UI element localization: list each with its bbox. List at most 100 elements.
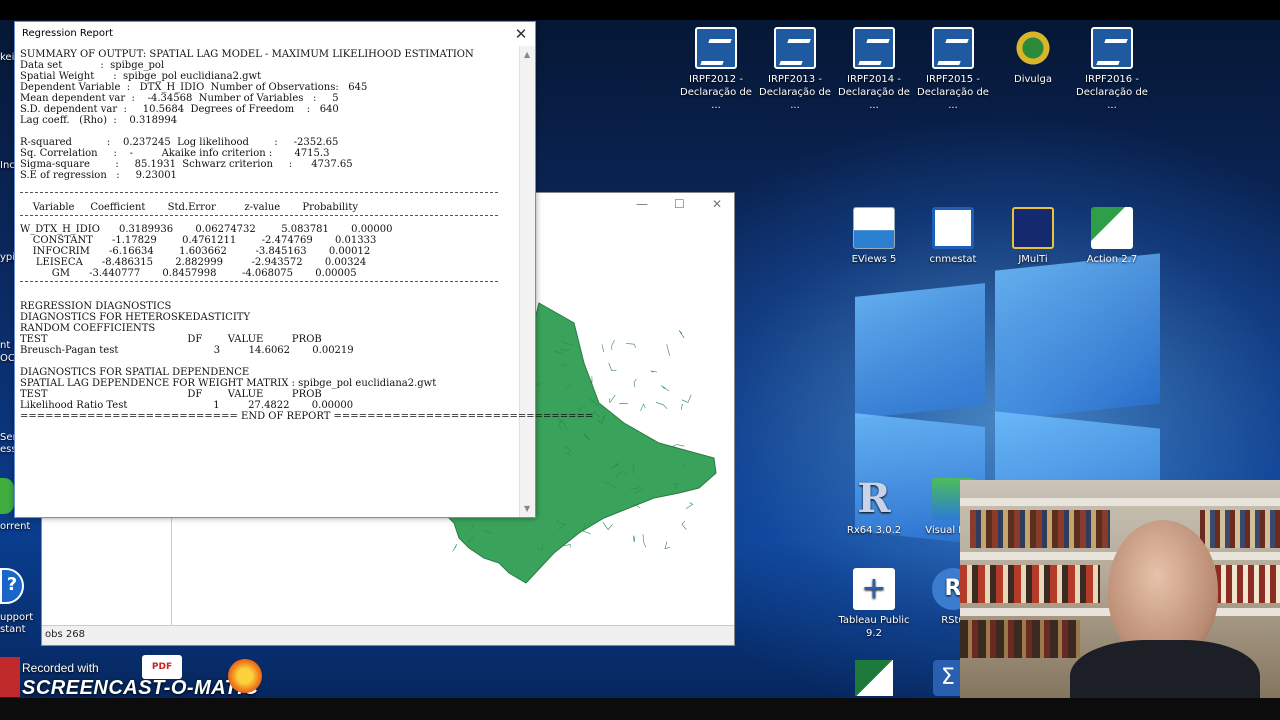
table-row: W_DTX_H_IDIO 0.3189936 0.06274732 5.0837…: [20, 224, 393, 235]
desktop-partial-label[interactable]: stant: [0, 624, 26, 635]
municipality-border: [452, 544, 458, 552]
table-row: LEISECA -8.486315 2.882999 -2.943572 0.0…: [20, 257, 367, 268]
desktop-icon-cnmestat[interactable]: cnmestat: [913, 207, 993, 266]
desktop-icon-label: Tableau Public 9.2: [838, 615, 910, 639]
divider: [20, 215, 498, 216]
desktop-icon-label: IRPF2016 - Declaração de ...: [1076, 74, 1148, 111]
municipality-border: [661, 385, 670, 392]
presenter-face: [1108, 520, 1218, 660]
desktop-icon-irpf2016[interactable]: IRPF2016 - Declaração de ...: [1072, 27, 1152, 112]
close-button[interactable]: ✕: [712, 197, 722, 211]
support-assistant-icon[interactable]: ?: [0, 568, 24, 604]
irpf-icon: [1091, 27, 1133, 69]
municipality-border: [563, 544, 571, 548]
municipality-border: [666, 344, 671, 357]
report-line: Lag coeff. (Rho) : 0.318994: [20, 115, 178, 126]
mcafee-icon: [0, 657, 20, 697]
divider: [20, 192, 498, 193]
report-text[interactable]: SUMMARY OF OUTPUT: SPATIAL LAG MODEL - M…: [20, 49, 593, 514]
desktop-icon-label: IRPF2015 - Declaração de ...: [917, 74, 989, 111]
diagnostics-line: RANDOM COEFFICIENTS: [20, 323, 156, 334]
brazil-seal-icon: [1012, 27, 1054, 69]
books: [960, 620, 1080, 658]
desktop-icon-label: JMulTi: [1018, 254, 1048, 265]
maximize-button[interactable]: ☐: [674, 197, 685, 211]
table-row: GM -3.440777 0.8457998 -4.068075 0.00005: [20, 268, 357, 279]
desktop-icon-jmulti[interactable]: JMulTi: [993, 207, 1073, 266]
municipality-border: [642, 534, 647, 548]
diagnostics-line: TEST DF VALUE PROB: [20, 389, 322, 400]
report-line: Spatial Weight : spibge_pol euclidiana2.…: [20, 71, 262, 82]
municipality-border: [608, 362, 617, 371]
desktop-icon-action[interactable]: Action 2.7: [1072, 207, 1152, 266]
diagnostics-line: TEST DF VALUE PROB: [20, 334, 322, 345]
municipality-border: [655, 402, 668, 409]
action-icon: [1091, 207, 1133, 249]
windows-logo-pane: [995, 253, 1160, 421]
report-line: SUMMARY OF OUTPUT: SPATIAL LAG MODEL - M…: [20, 49, 474, 60]
desktop-icon-r[interactable]: R Rx64 3.0.2: [834, 478, 914, 537]
report-line: Sigma-square : 85.1931 Schwarz criterion…: [20, 159, 353, 170]
desktop-partial-label[interactable]: orrent: [0, 521, 30, 532]
scroll-down-icon[interactable]: ▼: [524, 504, 530, 513]
desktop-partial-label[interactable]: kei: [0, 52, 14, 63]
regression-report-window[interactable]: Regression Report ✕ ▲ ▼ SUMMARY OF OUTPU…: [14, 21, 593, 518]
report-line: S.D. dependent var : 10.5684 Degrees of …: [20, 104, 339, 115]
diagnostics-line: Likelihood Ratio Test 1 27.4822 0.00000: [20, 400, 354, 411]
desktop-icon-irpf2012[interactable]: IRPF2012 - Declaração de ...: [676, 27, 756, 112]
municipality-border: [632, 535, 636, 543]
desktop-icon-tableau[interactable]: + Tableau Public 9.2: [834, 568, 914, 640]
diagnostics-line: REGRESSION DIAGNOSTICS: [20, 301, 172, 312]
municipality-border: [664, 541, 670, 550]
desktop-icon-label: Action 2.7: [1086, 254, 1138, 265]
books: [970, 510, 1110, 548]
window-title: Regression Report: [22, 28, 114, 39]
municipality-border: [601, 344, 605, 353]
table-row: CONSTANT -1.17829 0.4761211 -2.474769 0.…: [20, 235, 377, 246]
webcam-overlay: [960, 480, 1280, 720]
desktop: kei Inci ypi nt R OC Ser ess orrent ? up…: [0, 0, 1280, 720]
watermark-recorded-text: Recorded with: [22, 661, 99, 675]
municipality-border: [602, 522, 613, 531]
bottom-letterbox: [0, 698, 1280, 720]
excel-icon[interactable]: [855, 660, 893, 696]
municipality-border: [626, 343, 636, 348]
map-statusbar: obs 268: [42, 625, 734, 645]
report-line: S.E of regression : 9.23001: [20, 170, 177, 181]
desktop-icon-label: IRPF2014 - Declaração de ...: [838, 74, 910, 111]
irpf-icon: [932, 27, 974, 69]
desktop-icon-irpf2014[interactable]: IRPF2014 - Declaração de ...: [834, 27, 914, 112]
desktop-icon-label: Rx64 3.0.2: [846, 525, 902, 536]
divider: [20, 281, 498, 282]
desktop-icon-label: cnmestat: [929, 254, 977, 265]
jmulti-icon: [1012, 207, 1054, 249]
scroll-up-icon[interactable]: ▲: [524, 50, 530, 59]
irpf-icon: [774, 27, 816, 69]
municipality-border: [619, 403, 628, 405]
table-row: INFOCRIM -6.16634 1.603662 -3.845163 0.0…: [20, 246, 371, 257]
desktop-icon-divulga[interactable]: Divulga: [993, 27, 1073, 86]
sum-icon[interactable]: Σ: [933, 660, 963, 696]
diagnostics-line: Breusch-Pagan test 3 14.6062 0.00219: [20, 345, 354, 356]
report-line: Sq. Correlation : - Akaike info criterio…: [20, 148, 330, 159]
close-button[interactable]: ✕: [513, 25, 529, 43]
desktop-partial-label[interactable]: upport: [0, 612, 33, 623]
windows-logo-pane: [855, 283, 985, 419]
utorrent-icon[interactable]: [0, 478, 14, 514]
vertical-scrollbar[interactable]: ▲ ▼: [519, 46, 535, 517]
desktop-icon-irpf2015[interactable]: IRPF2015 - Declaração de ...: [913, 27, 993, 112]
desktop-icon-label: EViews 5: [851, 254, 897, 265]
report-title-bar[interactable]: Regression Report: [15, 22, 535, 46]
diagnostics-line: DIAGNOSTICS FOR SPATIAL DEPENDENCE: [20, 367, 250, 378]
desktop-partial-label[interactable]: ypi: [0, 252, 15, 263]
diagnostics-line: DIAGNOSTICS FOR HETEROSKEDASTICITY: [20, 312, 251, 323]
desktop-icon-eviews[interactable]: EViews 5: [834, 207, 914, 266]
municipality-border: [608, 394, 616, 404]
table-header: Variable Coefficient Std.Error z-value P…: [20, 202, 358, 213]
desktop-icon-irpf2013[interactable]: IRPF2013 - Declaração de ...: [755, 27, 835, 112]
desktop-partial-label[interactable]: OC: [0, 353, 15, 364]
municipality-border: [640, 403, 646, 411]
municipality-border: [678, 330, 685, 339]
municipality-border: [681, 520, 687, 530]
minimize-button[interactable]: —: [636, 197, 648, 211]
